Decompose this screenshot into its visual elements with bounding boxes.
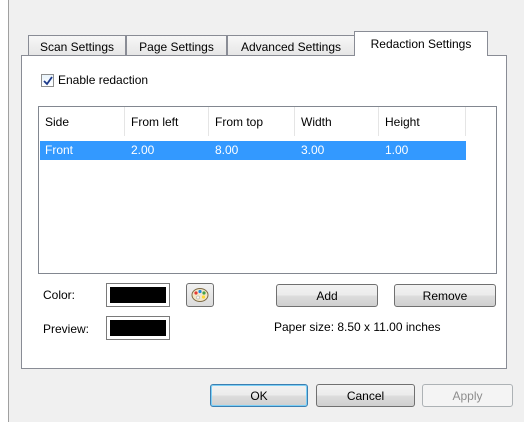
tab-page-settings[interactable]: Page Settings (126, 35, 227, 57)
tab-redaction-settings[interactable]: Redaction Settings (354, 31, 488, 56)
color-swatch[interactable] (106, 283, 170, 307)
enable-redaction-checkbox[interactable]: Enable redaction (41, 73, 148, 87)
redaction-list[interactable]: Side From left From top Width Height Fro… (38, 106, 497, 274)
column-header-height[interactable]: Height (379, 107, 466, 136)
preview-swatch-fill (110, 320, 166, 336)
ok-button[interactable]: OK (210, 384, 308, 407)
color-label: Color: (43, 288, 76, 302)
table-row[interactable]: Front 2.00 8.00 3.00 1.00 (40, 141, 466, 160)
cell-from-top: 8.00 (215, 143, 239, 157)
palette-button[interactable] (186, 283, 214, 307)
tab-scan-settings[interactable]: Scan Settings (28, 35, 126, 57)
cell-side: Front (45, 143, 74, 157)
tab-advanced-settings[interactable]: Advanced Settings (227, 35, 355, 57)
preview-swatch (106, 316, 170, 340)
column-header-from-left[interactable]: From left (125, 107, 209, 136)
preview-label: Preview: (43, 322, 90, 336)
enable-redaction-label: Enable redaction (58, 73, 149, 87)
checkmark-icon[interactable] (41, 73, 54, 87)
cell-height: 1.00 (385, 143, 409, 157)
add-button[interactable]: Add (276, 284, 378, 307)
paper-size-text: Paper size: 8.50 x 11.00 inches (274, 320, 441, 334)
cancel-button[interactable]: Cancel (316, 384, 415, 407)
list-header: Side From left From top Width Height (39, 107, 496, 136)
remove-button[interactable]: Remove (394, 284, 496, 307)
dialog-left-edge (8, 0, 9, 422)
palette-icon (191, 288, 209, 302)
apply-button[interactable]: Apply (422, 384, 513, 407)
column-header-side[interactable]: Side (39, 107, 125, 136)
cell-width: 3.00 (301, 143, 325, 157)
column-header-from-top[interactable]: From top (209, 107, 295, 136)
column-header-width[interactable]: Width (295, 107, 379, 136)
color-swatch-fill (110, 287, 166, 303)
cell-from-left: 2.00 (131, 143, 155, 157)
